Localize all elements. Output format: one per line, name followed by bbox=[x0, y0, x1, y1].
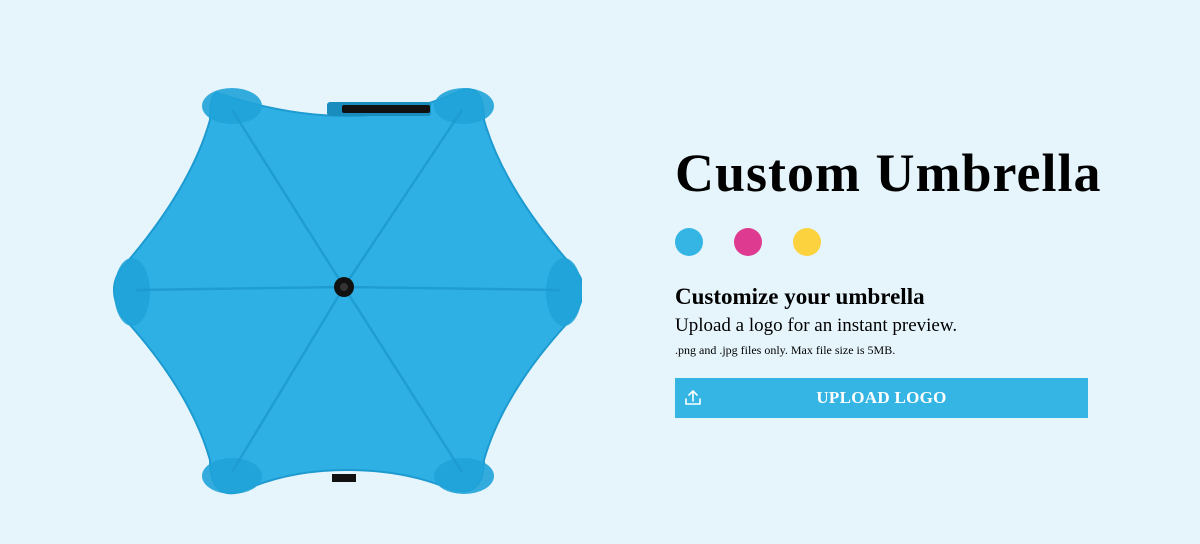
page: Custom Umbrella Customize your umbrella … bbox=[0, 0, 1200, 544]
page-title: Custom Umbrella bbox=[675, 143, 1102, 203]
tip-cap bbox=[546, 258, 582, 326]
file-requirements-note: .png and .jpg files only. Max file size … bbox=[675, 343, 896, 357]
upload-logo-label: UPLOAD LOGO bbox=[816, 388, 947, 407]
tip-cap bbox=[114, 258, 150, 326]
tip-cap bbox=[202, 458, 262, 494]
color-swatch-pink[interactable] bbox=[734, 228, 762, 256]
color-swatches bbox=[675, 228, 1115, 256]
color-swatch-yellow[interactable] bbox=[793, 228, 821, 256]
tip-cap bbox=[434, 458, 494, 494]
customize-description: Upload a logo for an instant preview. bbox=[675, 315, 958, 336]
upload-logo-button[interactable]: UPLOAD LOGO bbox=[675, 378, 1088, 418]
umbrella-tag bbox=[332, 474, 356, 482]
customize-panel: Custom Umbrella Customize your umbrella … bbox=[675, 140, 1115, 418]
tip-cap bbox=[434, 88, 494, 124]
tip-cap bbox=[202, 88, 262, 124]
customize-heading: Customize your umbrella bbox=[675, 284, 925, 309]
umbrella-preview-image bbox=[113, 88, 582, 495]
color-swatch-blue[interactable] bbox=[675, 228, 703, 256]
upload-icon bbox=[685, 390, 701, 405]
